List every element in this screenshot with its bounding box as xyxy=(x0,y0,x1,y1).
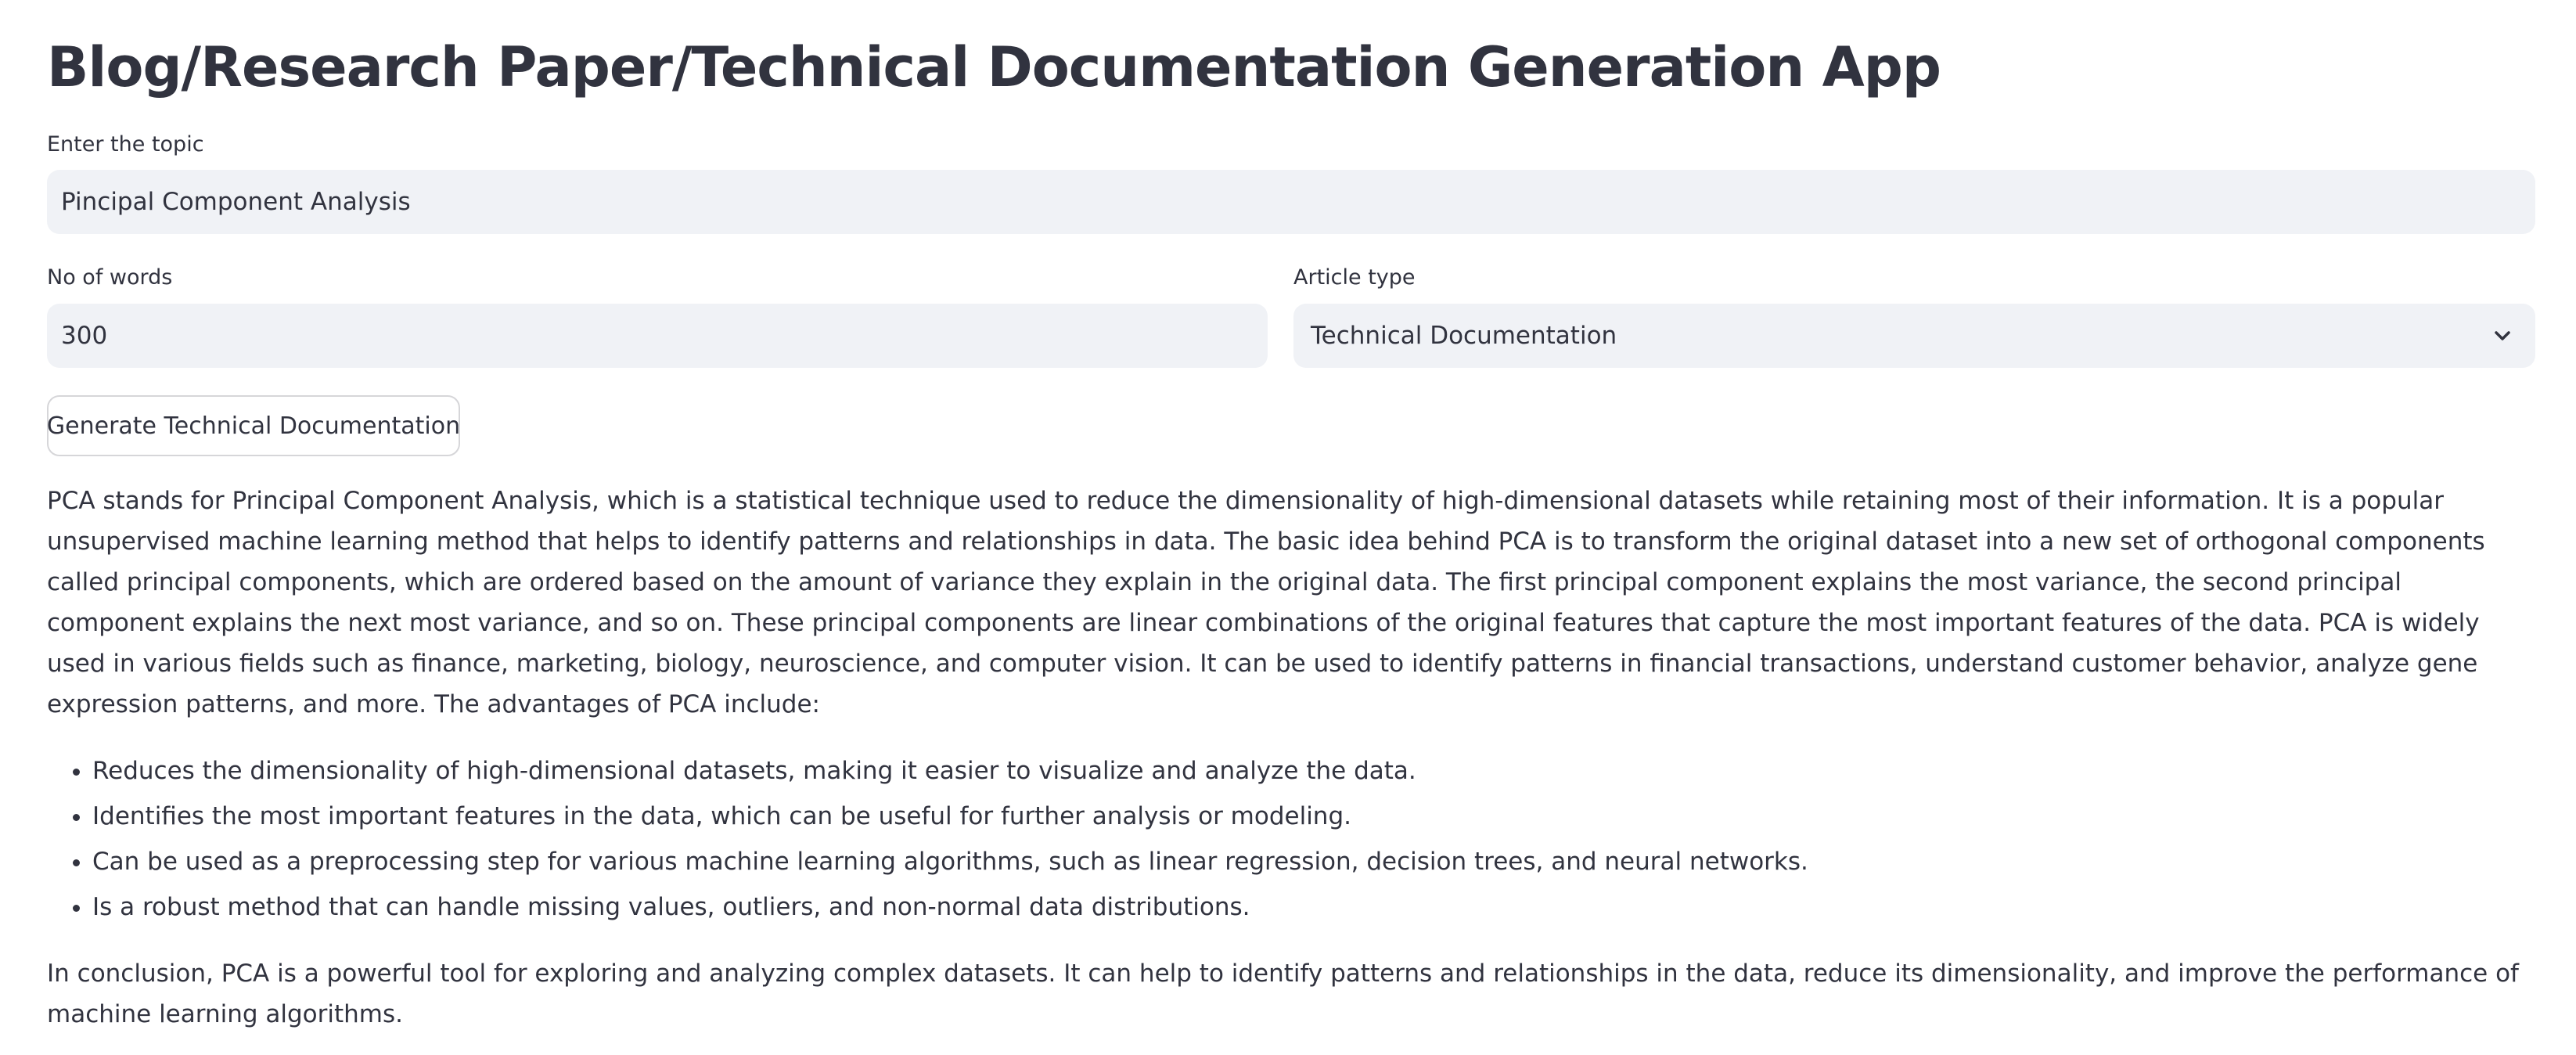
article-type-label: Article type xyxy=(1293,265,1416,290)
page-title: Blog/Research Paper/Technical Documentat… xyxy=(47,35,1941,99)
article-intro-paragraph: PCA stands for Principal Component Analy… xyxy=(47,487,2485,718)
generate-button-label: Generate Technical Documentation xyxy=(46,412,461,440)
list-item: Is a robust method that can handle missi… xyxy=(92,884,2535,930)
generated-article: PCA stands for Principal Component Analy… xyxy=(47,481,2535,1035)
list-item: Identifies the most important features i… xyxy=(92,794,2535,839)
list-item: Reduces the dimensionality of high-dimen… xyxy=(92,748,2535,794)
app-container: Blog/Research Paper/Technical Documentat… xyxy=(0,0,2576,1055)
words-input[interactable]: 300 xyxy=(47,304,1268,368)
topic-input[interactable]: Pincipal Component Analysis xyxy=(47,170,2535,234)
chevron-down-icon xyxy=(2495,331,2510,340)
generate-button[interactable]: Generate Technical Documentation xyxy=(47,395,460,456)
advantages-list: Reduces the dimensionality of high-dimen… xyxy=(47,748,2535,930)
article-type-selected-value: Technical Documentation xyxy=(1311,322,1617,350)
article-type-select[interactable]: Technical Documentation xyxy=(1293,304,2535,368)
article-conclusion-paragraph: In conclusion, PCA is a powerful tool fo… xyxy=(47,960,2519,1028)
words-label: No of words xyxy=(47,265,173,290)
words-input-value: 300 xyxy=(61,322,108,350)
list-item: Can be used as a preprocessing step for … xyxy=(92,839,2535,884)
topic-input-value: Pincipal Component Analysis xyxy=(61,188,411,216)
topic-label: Enter the topic xyxy=(47,132,204,157)
